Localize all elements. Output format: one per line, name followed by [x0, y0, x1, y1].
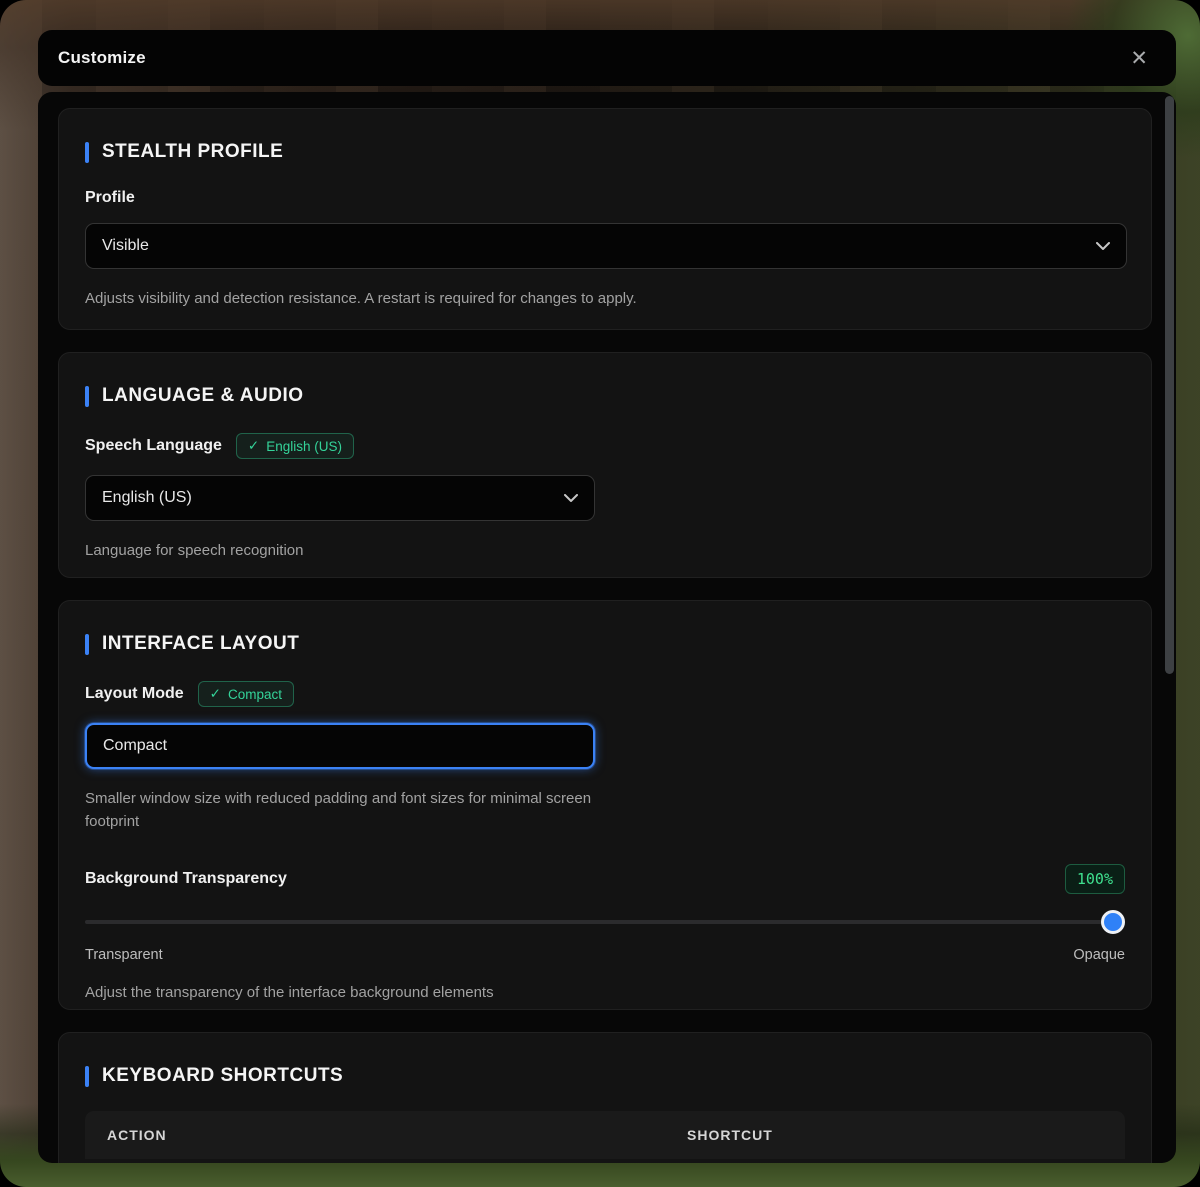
profile-label: Profile — [85, 189, 135, 207]
column-header-shortcut: SHORTCUT — [687, 1127, 773, 1143]
layout-mode-select-value: Compact — [103, 737, 167, 755]
section-title: INTERFACE LAYOUT — [102, 633, 299, 655]
section-header: LANGUAGE & AUDIO — [85, 385, 1125, 407]
section-title: KEYBOARD SHORTCUTS — [102, 1065, 343, 1087]
section-title: STEALTH PROFILE — [102, 141, 283, 163]
column-header-action: ACTION — [107, 1127, 167, 1143]
speech-language-badge: ✓ English (US) — [236, 433, 354, 459]
accent-bar — [85, 1066, 89, 1087]
dialog-header: Customize ✕ — [38, 30, 1176, 86]
check-icon: ✓ — [248, 438, 259, 454]
layout-mode-help-text: Smaller window size with reduced padding… — [85, 787, 630, 834]
scrollbar-thumb[interactable] — [1165, 96, 1174, 674]
section-stealth-profile: STEALTH PROFILE Profile Visible Adjusts … — [58, 108, 1152, 330]
dialog-title: Customize — [58, 48, 146, 68]
accent-bar — [85, 386, 89, 407]
layout-mode-badge: ✓ Compact — [198, 681, 294, 707]
chevron-down-icon — [564, 494, 578, 503]
slider-max-label: Opaque — [1073, 947, 1125, 963]
accent-bar — [85, 142, 89, 163]
dialog-body: STEALTH PROFILE Profile Visible Adjusts … — [38, 92, 1176, 1163]
section-header: INTERFACE LAYOUT — [85, 633, 1125, 655]
section-language-audio: LANGUAGE & AUDIO Speech Language ✓ Engli… — [58, 352, 1152, 578]
chevron-down-icon — [1096, 242, 1110, 251]
speech-language-help-text: Language for speech recognition — [85, 539, 1125, 562]
profile-select[interactable]: Visible — [85, 223, 1127, 269]
transparency-help-text: Adjust the transparency of the interface… — [85, 981, 1125, 1004]
slider-track[interactable] — [85, 920, 1125, 924]
transparency-slider[interactable] — [85, 910, 1125, 934]
profile-select-value: Visible — [102, 237, 149, 255]
section-header: KEYBOARD SHORTCUTS — [85, 1065, 1125, 1087]
badge-label: English (US) — [266, 439, 342, 454]
section-keyboard-shortcuts: KEYBOARD SHORTCUTS ACTION SHORTCUT — [58, 1032, 1152, 1163]
layout-mode-label: Layout Mode — [85, 685, 184, 703]
badge-label: Compact — [228, 687, 282, 702]
section-interface-layout: INTERFACE LAYOUT Layout Mode ✓ Compact C… — [58, 600, 1152, 1010]
slider-min-label: Transparent — [85, 947, 163, 963]
background-transparency-label: Background Transparency — [85, 870, 287, 888]
speech-language-label: Speech Language — [85, 437, 222, 455]
layout-mode-select[interactable]: Compact — [85, 723, 595, 769]
speech-language-select[interactable]: English (US) — [85, 475, 595, 521]
section-header: STEALTH PROFILE — [85, 141, 1125, 163]
close-icon[interactable]: ✕ — [1122, 44, 1156, 73]
profile-help-text: Adjusts visibility and detection resista… — [85, 287, 1125, 310]
slider-thumb[interactable] — [1101, 910, 1125, 934]
transparency-value-badge: 100% — [1065, 864, 1125, 894]
section-title: LANGUAGE & AUDIO — [102, 385, 304, 407]
accent-bar — [85, 634, 89, 655]
speech-language-select-value: English (US) — [102, 489, 192, 507]
shortcuts-table-header: ACTION SHORTCUT — [85, 1111, 1125, 1159]
check-icon: ✓ — [210, 686, 221, 702]
